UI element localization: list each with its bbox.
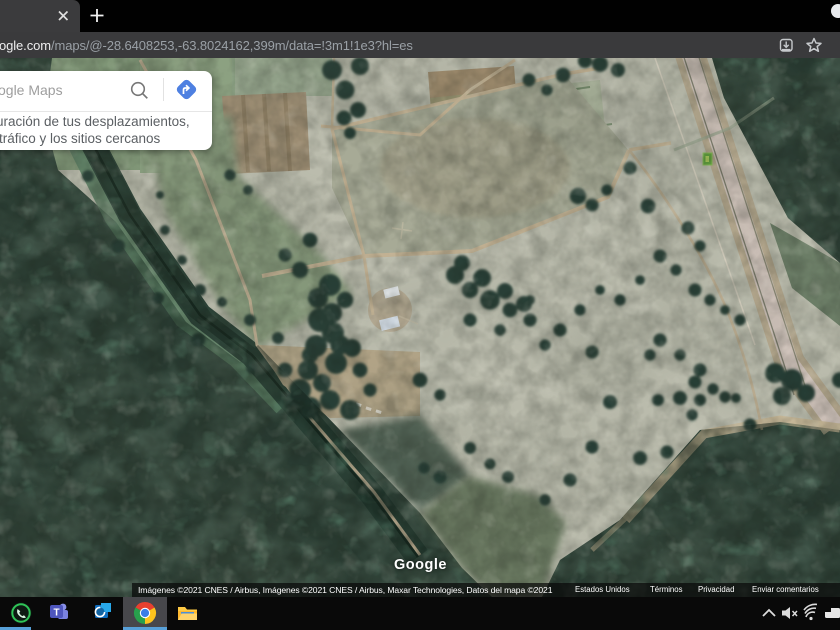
svg-text:T: T bbox=[53, 608, 59, 619]
